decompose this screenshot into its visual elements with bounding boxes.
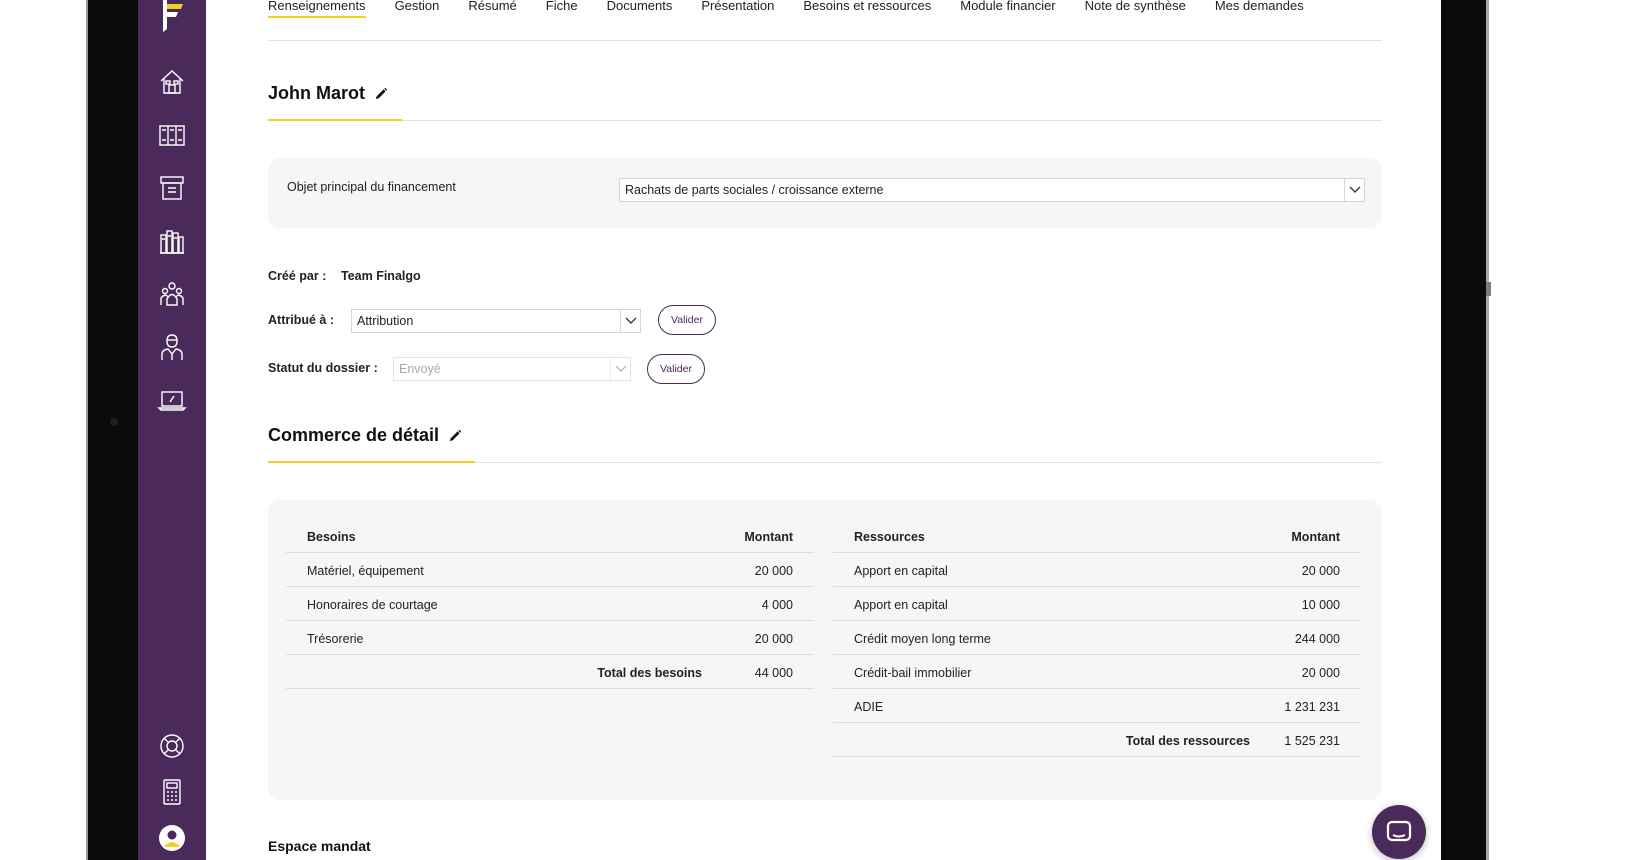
table-row: Honoraires de courtage 4 000 bbox=[286, 588, 814, 621]
row-amount: 20 000 bbox=[754, 564, 793, 578]
chat-launcher-button[interactable] bbox=[1372, 805, 1426, 859]
calculator-icon[interactable] bbox=[157, 777, 187, 807]
chat-icon bbox=[1386, 820, 1412, 842]
tab-fiche[interactable]: Fiche bbox=[546, 0, 578, 20]
table-row: Trésorerie 20 000 bbox=[286, 622, 814, 655]
financing-panel: Objet principal du financement Rachats d… bbox=[268, 158, 1382, 228]
table-header: Besoins Montant bbox=[286, 520, 814, 553]
table-row: Apport en capital 10 000 bbox=[833, 588, 1361, 621]
total-amount: 1 525 231 bbox=[1284, 734, 1340, 748]
main-content: Renseignements Gestion Résumé Fiche Docu… bbox=[206, 0, 1441, 860]
row-amount: 20 000 bbox=[1301, 666, 1340, 680]
row-label: ADIE bbox=[854, 700, 884, 714]
row-amount: 4 000 bbox=[761, 598, 793, 612]
client-name: John Marot bbox=[268, 83, 365, 103]
client-name-heading: John Marot bbox=[268, 83, 388, 104]
row-label: Honoraires de courtage bbox=[307, 598, 438, 612]
total-label: Total des besoins bbox=[597, 666, 702, 680]
home-icon[interactable] bbox=[157, 67, 187, 97]
camera-dot bbox=[110, 418, 118, 426]
row-label: Matériel, équipement bbox=[307, 564, 424, 578]
status-select-value: Envoyé bbox=[399, 362, 441, 376]
financing-select[interactable]: Rachats de parts sociales / croissance e… bbox=[619, 178, 1365, 202]
created-by-value: Team Finalgo bbox=[341, 269, 421, 283]
tab-module-financier[interactable]: Module financier bbox=[960, 0, 1055, 20]
tab-gestion[interactable]: Gestion bbox=[395, 0, 440, 20]
row-label: Crédit-bail immobilier bbox=[854, 666, 972, 680]
assigned-select-value: Attribution bbox=[357, 314, 414, 328]
espace-mandat-heading: Espace mandat bbox=[268, 838, 371, 854]
device-bezel-right bbox=[1441, 0, 1491, 860]
created-by-label: Créé par : bbox=[268, 269, 327, 283]
finalgo-logo bbox=[163, 0, 183, 32]
row-label: Trésorerie bbox=[307, 632, 364, 646]
files-icon[interactable] bbox=[157, 120, 187, 150]
tab-renseignements[interactable]: Renseignements bbox=[268, 0, 366, 20]
status-select: Envoyé bbox=[393, 357, 631, 381]
row-label: Crédit moyen long terme bbox=[854, 632, 991, 646]
amount-header: Montant bbox=[1291, 530, 1340, 544]
device-side-button bbox=[1486, 282, 1491, 296]
table-row: Apport en capital 20 000 bbox=[833, 554, 1361, 587]
assigned-label: Attribué à : bbox=[268, 313, 334, 327]
table-row: Crédit moyen long terme 244 000 bbox=[833, 622, 1361, 655]
table-header: Ressources Montant bbox=[833, 520, 1361, 553]
row-label: Apport en capital bbox=[854, 564, 948, 578]
tab-bar: Renseignements Gestion Résumé Fiche Docu… bbox=[268, 0, 1382, 41]
library-icon[interactable] bbox=[157, 226, 187, 256]
advisor-icon[interactable] bbox=[157, 332, 187, 362]
amount-header: Montant bbox=[744, 530, 793, 544]
financing-label: Objet principal du financement bbox=[287, 180, 456, 194]
total-row: Total des besoins 44 000 bbox=[286, 656, 814, 689]
tab-resume[interactable]: Résumé bbox=[468, 0, 516, 20]
lifebuoy-icon[interactable] bbox=[157, 731, 187, 761]
section-divider bbox=[268, 119, 1382, 121]
team-icon[interactable] bbox=[157, 279, 187, 309]
total-row: Total des ressources 1 525 231 bbox=[833, 724, 1361, 757]
table-row: Matériel, équipement 20 000 bbox=[286, 554, 814, 587]
chevron-down-icon bbox=[620, 310, 640, 332]
sidebar bbox=[138, 0, 206, 860]
laptop-icon[interactable] bbox=[157, 385, 187, 415]
tab-presentation[interactable]: Présentation bbox=[701, 0, 774, 20]
section-divider bbox=[268, 461, 1382, 463]
business-heading: Commerce de détail bbox=[268, 425, 462, 446]
row-amount: 20 000 bbox=[1301, 564, 1340, 578]
row-amount: 244 000 bbox=[1294, 632, 1340, 646]
validate-assignment-button[interactable]: Valider bbox=[658, 305, 716, 335]
business-title: Commerce de détail bbox=[268, 425, 440, 445]
row-label: Apport en capital bbox=[854, 598, 948, 612]
chevron-down-icon bbox=[1344, 179, 1364, 201]
status-label: Statut du dossier : bbox=[268, 361, 378, 375]
total-amount: 44 000 bbox=[754, 666, 793, 680]
device-bezel-left bbox=[86, 0, 138, 860]
financing-select-value: Rachats de parts sociales / croissance e… bbox=[625, 183, 884, 197]
assigned-select[interactable]: Attribution bbox=[351, 309, 641, 333]
besoins-header: Besoins bbox=[307, 530, 356, 544]
row-amount: 1 231 231 bbox=[1284, 700, 1340, 714]
tab-mes-demandes[interactable]: Mes demandes bbox=[1215, 0, 1304, 20]
tab-besoins-ressources[interactable]: Besoins et ressources bbox=[803, 0, 931, 20]
tab-note-synthese[interactable]: Note de synthèse bbox=[1085, 0, 1186, 20]
row-amount: 20 000 bbox=[754, 632, 793, 646]
tab-documents[interactable]: Documents bbox=[607, 0, 673, 20]
row-amount: 10 000 bbox=[1301, 598, 1340, 612]
ressources-header: Ressources bbox=[854, 530, 925, 544]
validate-status-button[interactable]: Valider bbox=[647, 354, 705, 384]
archive-icon[interactable] bbox=[157, 173, 187, 203]
edit-pencil-icon[interactable] bbox=[374, 87, 388, 101]
besoins-ressources-panel: Besoins Montant Matériel, équipement 20 … bbox=[268, 500, 1382, 800]
edit-pencil-icon[interactable] bbox=[448, 429, 462, 443]
table-row: Crédit-bail immobilier 20 000 bbox=[833, 656, 1361, 689]
user-avatar-icon[interactable] bbox=[157, 823, 187, 853]
chevron-down-icon bbox=[610, 358, 630, 380]
total-label: Total des ressources bbox=[1125, 734, 1250, 748]
table-row: ADIE 1 231 231 bbox=[833, 690, 1361, 723]
